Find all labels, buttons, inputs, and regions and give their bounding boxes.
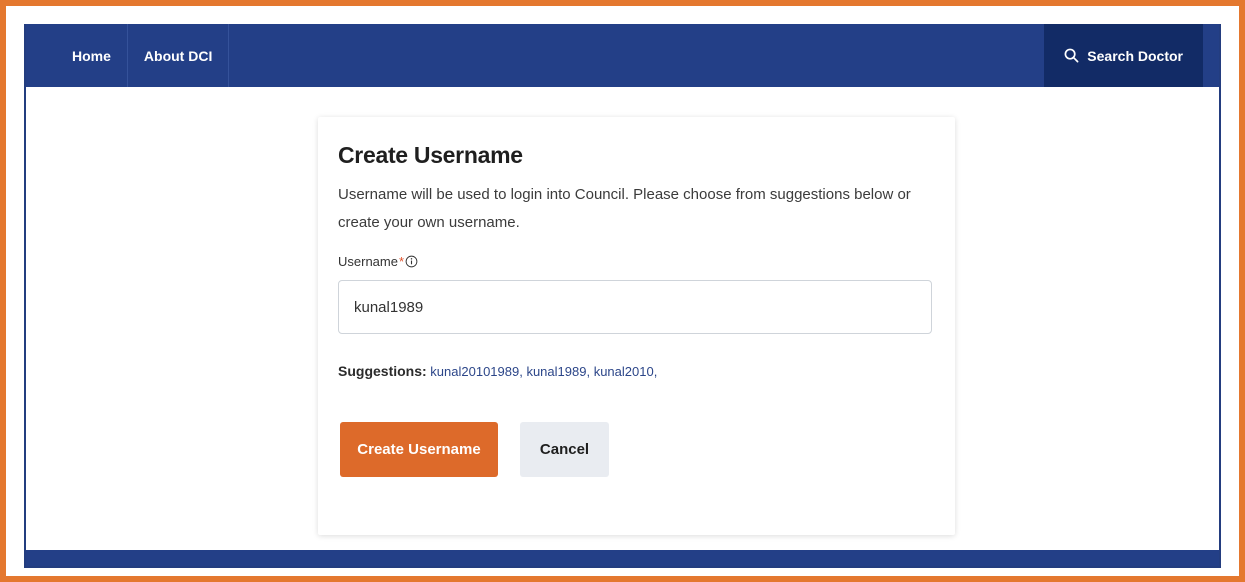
footer-bar [26, 550, 1219, 566]
username-label-text: Username [338, 254, 398, 269]
nav-about-dci[interactable]: About DCI [128, 24, 230, 87]
page: Home About DCI Search Doctor Create User… [24, 24, 1221, 568]
card-description: Username will be used to login into Coun… [338, 186, 911, 231]
suggestions-label: Suggestions: [338, 363, 427, 379]
top-navigation: Home About DCI Search Doctor [26, 24, 1219, 87]
search-icon [1064, 48, 1079, 63]
suggestion-link[interactable]: kunal2010, [594, 364, 658, 379]
suggestion-link[interactable]: kunal1989, [526, 364, 590, 379]
suggestions-line: Suggestions: kunal20101989, kunal1989, k… [338, 363, 657, 379]
nav-home[interactable]: Home [26, 24, 128, 87]
suggestion-link[interactable]: kunal20101989, [430, 364, 523, 379]
cancel-button[interactable]: Cancel [520, 422, 609, 477]
card-title: Create Username [338, 142, 523, 168]
username-input[interactable] [338, 280, 932, 334]
search-doctor-label: Search Doctor [1087, 47, 1183, 64]
required-asterisk: * [398, 254, 405, 269]
search-doctor-button[interactable]: Search Doctor [1044, 24, 1203, 87]
info-icon[interactable] [405, 255, 418, 268]
outer-frame: Home About DCI Search Doctor Create User… [0, 0, 1245, 582]
create-username-button[interactable]: Create Username [340, 422, 498, 477]
create-username-card: Create Username Username will be used to… [318, 117, 955, 535]
username-label: Username * [338, 254, 418, 269]
